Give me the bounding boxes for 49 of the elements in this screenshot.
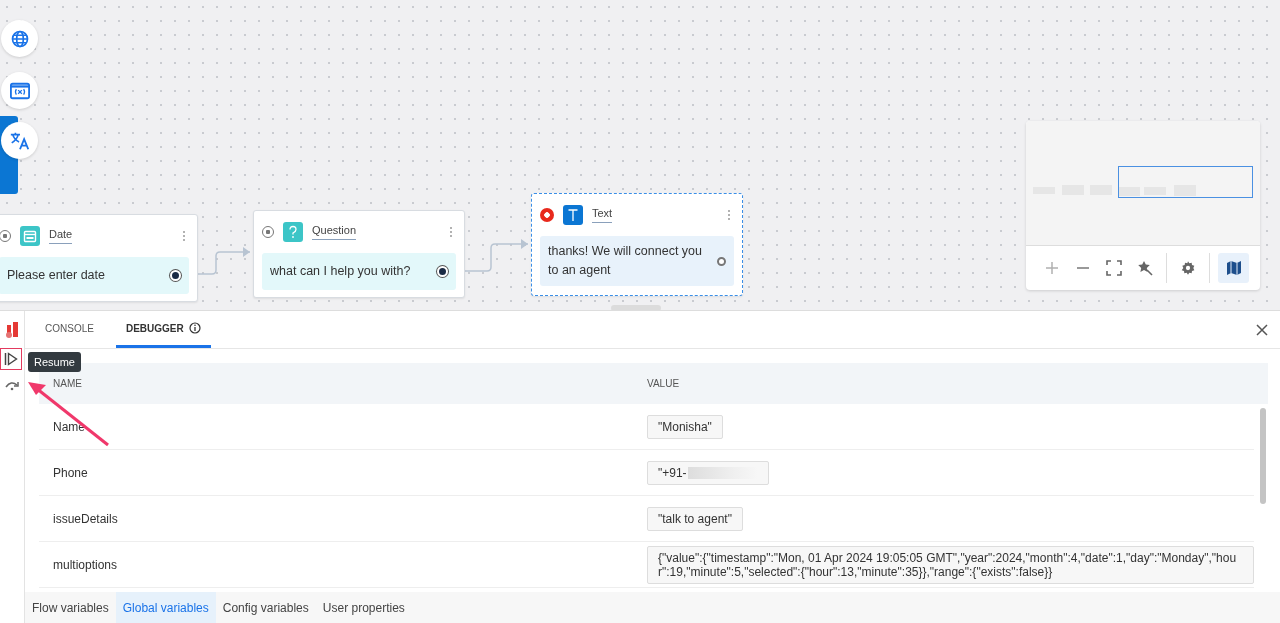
scrollbar-thumb[interactable]: [1260, 408, 1266, 504]
close-icon[interactable]: [1256, 323, 1268, 336]
variable-value: "+91-: [647, 460, 769, 485]
node-type-icon: [563, 205, 583, 225]
variables-icon: [8, 80, 31, 101]
node-title[interactable]: Text: [592, 207, 613, 223]
node-title[interactable]: Question: [312, 224, 357, 240]
flow-node[interactable]: Question what can I help you with?: [253, 210, 465, 298]
node-title[interactable]: Date: [49, 228, 73, 244]
resume-icon: [4, 352, 18, 366]
step-over-icon[interactable]: [4, 379, 20, 391]
message-text: what can I help you with?: [270, 263, 412, 280]
tooltip: Resume: [28, 352, 81, 372]
variable-name: multioptions: [52, 557, 119, 572]
settings-icon: [1180, 260, 1196, 276]
panel-tab[interactable]: CONSOLE: [35, 311, 104, 348]
variables-tab[interactable]: Config variables: [215, 592, 316, 623]
flow-node[interactable]: Text thanks! We will connect you to an agent: [531, 193, 743, 296]
variables-tab[interactable]: Flow variables: [25, 592, 116, 623]
calendar-icon: [20, 226, 40, 246]
variable-value: "talk to agent": [647, 506, 743, 531]
bug-stop-icon[interactable]: [4, 321, 20, 339]
node-type-icon: [283, 222, 303, 242]
entry-point-icon: [262, 226, 274, 238]
variable-value: {"value":{"timestamp":"Mon, 01 Apr 2024 19:05:05 GMT","year":2024,"month":4,"date":1,"day":"Monday","hour":19,"minute":5,"selected":{"hour":13,"minute":35}},"range":{"exists":false}}: [647, 545, 1254, 584]
minimap-toggle-button[interactable]: [1218, 253, 1249, 283]
plus-icon: [1045, 261, 1059, 275]
variable-name: issueDetails: [52, 511, 119, 526]
message-text: thanks! We will connect you to an agent: [548, 243, 703, 279]
breakpoint-icon[interactable]: [540, 208, 554, 222]
globe-icon: [9, 28, 30, 49]
column-header: NAME: [52, 378, 83, 389]
variables-button[interactable]: [1, 72, 38, 109]
map-icon: [1225, 260, 1242, 276]
variable-name: Phone: [52, 465, 89, 480]
resize-handle[interactable]: [611, 305, 661, 310]
resume-button[interactable]: [0, 348, 22, 370]
fullscreen-icon: [1106, 260, 1122, 276]
globe-button[interactable]: [1, 20, 38, 57]
variable-value: "Monisha": [647, 414, 723, 439]
message-text: Please enter date: [7, 267, 106, 284]
variables-tab[interactable]: User properties: [315, 592, 412, 623]
entry-point-icon: [0, 230, 11, 242]
flow-node[interactable]: Date Please enter date: [0, 214, 198, 302]
variable-name: Name: [52, 419, 86, 434]
sparkle-icon: [1137, 260, 1153, 276]
panel-tab[interactable]: DEBUGGER: [115, 311, 211, 348]
variables-tab[interactable]: Global variables: [115, 592, 216, 623]
column-header: VALUE: [646, 378, 680, 389]
